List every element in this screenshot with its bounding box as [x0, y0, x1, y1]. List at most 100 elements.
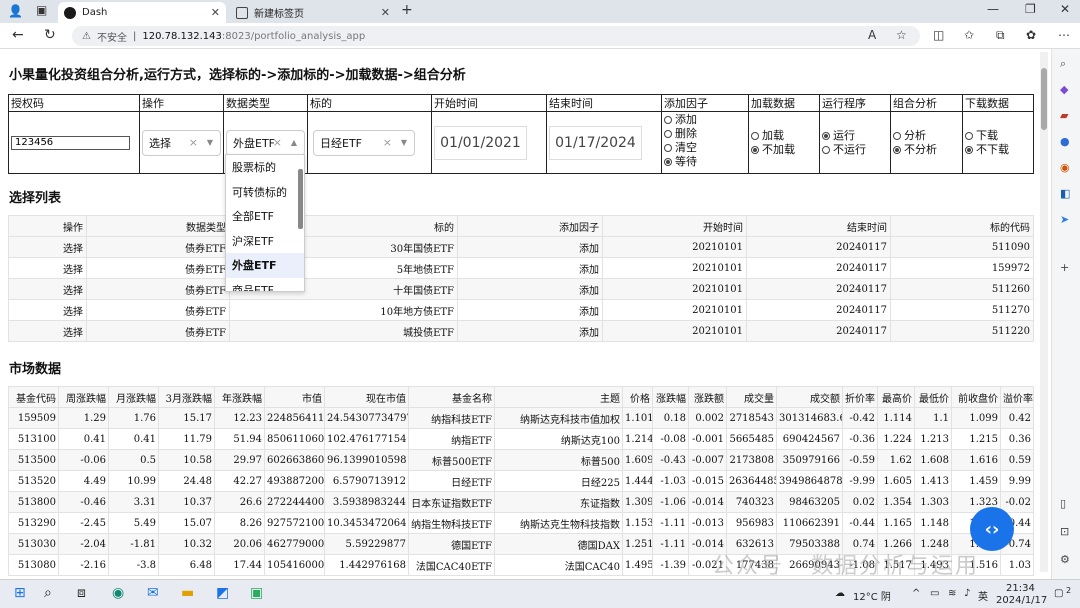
table-row[interactable]: 513100 0.41 0.41 11.79 51.94 8506110600 102.47… — [8, 428, 1034, 450]
radio-download[interactable]: 下载 — [965, 129, 1031, 143]
chevron-up-icon[interactable]: ▲ — [291, 138, 297, 147]
table-row[interactable]: 选择 债券ETF 城投债ETF 添加 20210101 20240117 511220 — [8, 320, 1034, 342]
chevron-down-icon[interactable]: ▼ — [207, 138, 213, 147]
menu-item-all-etf[interactable]: 全部ETF — [226, 204, 304, 229]
new-tab-icon[interactable]: + — [401, 2, 413, 18]
radio-run[interactable]: 运行 — [822, 129, 888, 143]
send-icon[interactable]: ➤ — [1060, 213, 1069, 226]
person-icon[interactable]: ● — [1060, 135, 1070, 148]
code-toggle-button[interactable]: ‹› — [970, 507, 1014, 551]
toolbox-icon[interactable]: ▰ — [1060, 109, 1068, 122]
weather-text[interactable]: 12°C 阴 — [853, 588, 891, 603]
menu-item-hs-etf[interactable]: 沪深ETF — [226, 229, 304, 254]
radio-button[interactable] — [664, 158, 672, 166]
table-row[interactable]: 513290 -2.45 5.49 15.07 8.26 927572100 10.3453… — [8, 512, 1034, 534]
store-icon[interactable]: ◩ — [216, 585, 229, 601]
mail-icon[interactable]: ✉ — [147, 585, 159, 601]
page-scrollbar[interactable] — [1040, 52, 1048, 572]
end-date-input[interactable]: 01/17/2024 — [549, 125, 642, 160]
menu-item-stock[interactable]: 股票标的 — [226, 155, 304, 180]
table-row[interactable]: 513800 -0.46 3.31 10.37 26.6 272244400 3.59389… — [8, 491, 1034, 513]
radio-no-download[interactable]: 不下载 — [965, 143, 1031, 157]
more-menu-icon[interactable]: ⋯ — [1058, 28, 1070, 42]
clock-time[interactable]: 21:34 — [1006, 583, 1035, 594]
tag-icon[interactable]: ◆ — [1060, 83, 1068, 96]
close-tab-icon[interactable]: ✕ — [381, 6, 390, 19]
collections-icon[interactable]: ⧉ — [996, 28, 1005, 43]
address-bar[interactable]: ⚠ 不安全 | 120.78.132.143 :8023/portfolio_a… — [72, 26, 920, 46]
add-icon[interactable]: + — [1060, 261, 1069, 274]
table-row[interactable]: 159509 1.29 1.76 15.17 12.23 2248564118 24.543… — [8, 407, 1034, 429]
radio-button[interactable] — [664, 130, 672, 138]
menu-scrollbar[interactable] — [298, 169, 303, 229]
start-date-input[interactable]: 01/01/2021 — [434, 125, 527, 160]
radio-factor-clear[interactable]: 清空 — [664, 141, 746, 155]
auth-code-input[interactable] — [11, 135, 130, 150]
notification-icon[interactable]: ▢ — [1054, 588, 1063, 599]
profile-icon[interactable]: 👤 — [8, 4, 23, 18]
clear-icon[interactable]: × — [383, 136, 392, 149]
menu-item-convertible-bond[interactable]: 可转债标的 — [226, 180, 304, 205]
radio-button[interactable] — [965, 131, 973, 140]
read-aloud-icon[interactable]: A — [868, 28, 876, 42]
wifi-icon[interactable]: ≋ — [948, 588, 956, 599]
radio-button[interactable] — [664, 116, 672, 124]
extensions-icon[interactable]: ✿ — [1026, 28, 1036, 42]
task-view-icon[interactable]: ⧈ — [77, 585, 86, 601]
outlook-icon[interactable]: ◧ — [1060, 187, 1070, 200]
radio-button[interactable] — [822, 131, 830, 140]
tab-new-tab[interactable]: 新建标签页 ✕ — [230, 2, 396, 23]
reload-icon[interactable]: ↻ — [44, 27, 56, 43]
radio-no-run[interactable]: 不运行 — [822, 143, 888, 157]
radio-button[interactable] — [893, 131, 901, 140]
office-icon[interactable]: ◉ — [1060, 161, 1070, 174]
menu-item-foreign-etf[interactable]: 外盘ETF — [226, 253, 304, 278]
windows-start-icon[interactable]: ⊞ — [14, 585, 26, 601]
clear-icon[interactable]: × — [189, 136, 198, 149]
settings-gear-icon[interactable]: ⚙ — [1060, 553, 1070, 566]
app-icon[interactable]: ▣ — [250, 585, 263, 601]
radio-no-load[interactable]: 不加载 — [751, 143, 817, 157]
restore-icon[interactable]: ❐ — [1025, 2, 1036, 16]
favorite-star-icon[interactable]: ☆ — [896, 28, 907, 42]
radio-button[interactable] — [751, 131, 759, 140]
radio-factor-add[interactable]: 添加 — [664, 113, 746, 127]
target-dropdown[interactable]: 日经ETF × ▼ — [313, 129, 415, 156]
radio-factor-wait[interactable]: 等待 — [664, 155, 746, 169]
back-icon[interactable]: ← — [12, 27, 24, 43]
chevron-down-icon[interactable]: ▼ — [401, 138, 407, 147]
table-row[interactable]: 513520 4.49 10.99 24.48 42.27 493887200 6.5790… — [8, 470, 1034, 492]
radio-button[interactable] — [751, 145, 759, 154]
sidebar-layout-icon[interactable]: ▯ — [1060, 497, 1066, 510]
operation-dropdown[interactable]: 选择 × ▼ — [142, 129, 221, 156]
tab-actions-icon[interactable]: ▣ — [36, 3, 47, 17]
window-close-icon[interactable]: ✕ — [1060, 2, 1070, 16]
table-row[interactable]: 选择 债券ETF 十年国债ETF 添加 20210101 20240117 511260 — [8, 278, 1034, 300]
clear-icon[interactable]: × — [273, 136, 282, 149]
radio-button[interactable] — [822, 145, 830, 154]
menu-item-commodity-etf[interactable]: 商品ETF — [226, 278, 304, 291]
table-row[interactable]: 选择 债券ETF 30年国债ETF 添加 20210101 20240117 511090 — [8, 236, 1034, 258]
ime-indicator[interactable]: 英 — [978, 588, 988, 603]
radio-no-analyze[interactable]: 不分析 — [893, 143, 960, 157]
network-icon[interactable]: ▭ — [930, 588, 939, 599]
page-scrollbar-thumb[interactable] — [1041, 68, 1047, 130]
split-screen-icon[interactable]: ◫ — [933, 28, 944, 42]
table-row[interactable]: 选择 债券ETF 10年地方债ETF 添加 20210101 20240117 511270 — [8, 299, 1034, 321]
clock-date[interactable]: 2024/1/17 — [996, 595, 1047, 606]
table-row[interactable]: 选择 债券ETF 5年地债ETF 添加 20210101 20240117 159972 — [8, 257, 1034, 279]
screenshot-icon[interactable]: ⊡ — [1060, 525, 1069, 538]
radio-button[interactable] — [965, 145, 973, 154]
file-explorer-icon[interactable]: ▬ — [181, 585, 194, 601]
radio-analyze[interactable]: 分析 — [893, 129, 960, 143]
favorites-icon[interactable]: ✩ — [964, 28, 974, 42]
taskbar-search-icon[interactable]: ⌕ — [44, 585, 52, 601]
edge-browser-icon[interactable]: ◉ — [112, 585, 124, 601]
table-row[interactable]: 513500 -0.06 0.5 10.58 29.97 6026638600 96.139… — [8, 449, 1034, 471]
radio-button[interactable] — [664, 144, 672, 152]
close-tab-icon[interactable]: ✕ — [211, 6, 220, 19]
radio-load[interactable]: 加载 — [751, 129, 817, 143]
radio-factor-delete[interactable]: 删除 — [664, 127, 746, 141]
volume-icon[interactable]: ♪ — [964, 588, 970, 599]
tray-overflow-icon[interactable]: ^ — [912, 588, 920, 599]
